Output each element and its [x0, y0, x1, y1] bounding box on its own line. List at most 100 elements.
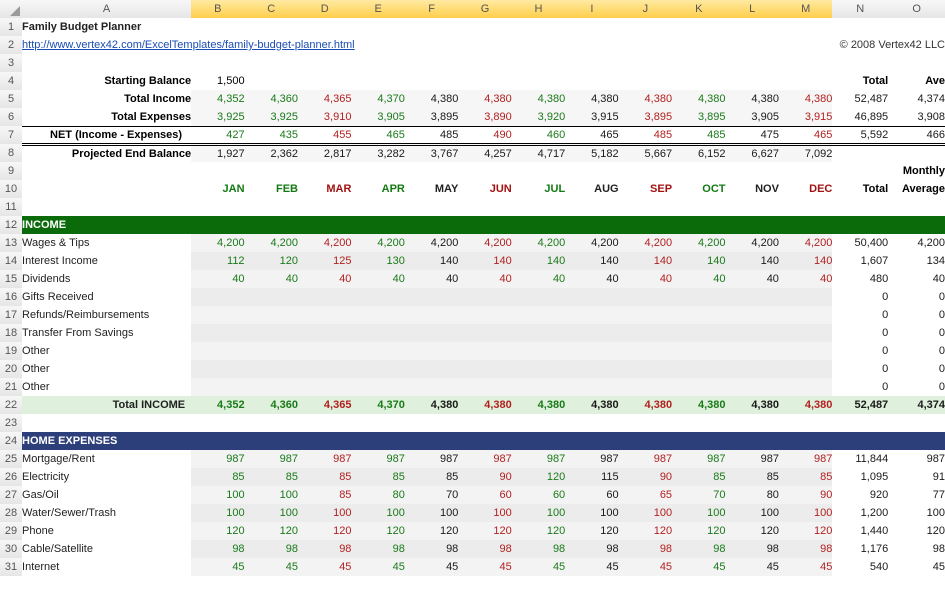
projected-cell[interactable]: 1,927	[191, 144, 244, 162]
summary-cell[interactable]: 4,380	[405, 90, 458, 108]
income-cell[interactable]	[619, 324, 672, 342]
income-cell[interactable]	[298, 288, 351, 306]
income-cell[interactable]: 140	[726, 252, 779, 270]
income-cell[interactable]	[512, 360, 565, 378]
home-cell[interactable]: 120	[672, 522, 725, 540]
home-cell[interactable]: 98	[245, 540, 298, 558]
col-header-K[interactable]: K	[672, 0, 725, 18]
home-cell[interactable]: 98	[726, 540, 779, 558]
net-cell[interactable]: 485	[672, 126, 725, 144]
home-cell[interactable]: 120	[458, 522, 511, 540]
home-cell[interactable]: 987	[565, 450, 618, 468]
summary-cell[interactable]: 4,380	[565, 90, 618, 108]
projected-cell[interactable]: 7,092	[779, 144, 832, 162]
income-cell[interactable]	[726, 360, 779, 378]
income-cell[interactable]	[458, 378, 511, 396]
income-cell[interactable]	[298, 360, 351, 378]
row-header-1[interactable]: 1	[0, 18, 22, 36]
income-cell[interactable]: 40	[458, 270, 511, 288]
summary-cell[interactable]: 4,380	[672, 90, 725, 108]
select-all-corner[interactable]	[0, 0, 22, 18]
row-header-22[interactable]: 22	[0, 396, 22, 414]
home-cell[interactable]: 90	[779, 486, 832, 504]
income-cell[interactable]: 40	[779, 270, 832, 288]
projected-cell[interactable]: 6,627	[726, 144, 779, 162]
income-cell[interactable]	[245, 288, 298, 306]
projected-cell[interactable]: 3,767	[405, 144, 458, 162]
income-cell[interactable]: 4,200	[245, 234, 298, 252]
home-cell[interactable]: 45	[672, 558, 725, 576]
home-cell[interactable]: 85	[298, 468, 351, 486]
col-header-J[interactable]: J	[619, 0, 672, 18]
income-cell[interactable]: 40	[245, 270, 298, 288]
home-cell[interactable]: 120	[512, 468, 565, 486]
income-cell[interactable]	[405, 360, 458, 378]
home-cell[interactable]: 60	[512, 486, 565, 504]
income-cell[interactable]: 40	[672, 270, 725, 288]
row-header-10[interactable]: 10	[0, 180, 22, 198]
income-cell[interactable]	[458, 342, 511, 360]
row-header-18[interactable]: 18	[0, 324, 22, 342]
projected-cell[interactable]: 6,152	[672, 144, 725, 162]
summary-cell[interactable]: 3,915	[565, 108, 618, 126]
home-row-label[interactable]: Gas/Oil	[22, 486, 191, 504]
summary-cell[interactable]: 3,895	[619, 108, 672, 126]
col-header-M[interactable]: M	[779, 0, 832, 18]
home-row-label[interactable]: Electricity	[22, 468, 191, 486]
home-cell[interactable]: 45	[619, 558, 672, 576]
home-cell[interactable]: 45	[779, 558, 832, 576]
summary-cell[interactable]: 4,380	[726, 90, 779, 108]
row-header-14[interactable]: 14	[0, 252, 22, 270]
income-cell[interactable]	[458, 324, 511, 342]
home-cell[interactable]: 45	[351, 558, 404, 576]
income-cell[interactable]	[779, 324, 832, 342]
income-cell[interactable]: 140	[458, 252, 511, 270]
income-cell[interactable]	[351, 360, 404, 378]
net-cell[interactable]: 485	[405, 126, 458, 144]
income-row-label[interactable]: Other	[22, 360, 191, 378]
home-cell[interactable]: 987	[512, 450, 565, 468]
row-header-13[interactable]: 13	[0, 234, 22, 252]
row-header-25[interactable]: 25	[0, 450, 22, 468]
home-cell[interactable]: 100	[298, 504, 351, 522]
home-cell[interactable]: 98	[351, 540, 404, 558]
col-header-F[interactable]: F	[405, 0, 458, 18]
home-cell[interactable]: 987	[191, 450, 244, 468]
income-cell[interactable]: 40	[405, 270, 458, 288]
row-header-23[interactable]: 23	[0, 414, 22, 432]
summary-cell[interactable]: 4,380	[619, 90, 672, 108]
home-cell[interactable]: 98	[672, 540, 725, 558]
summary-cell[interactable]: 3,905	[726, 108, 779, 126]
home-cell[interactable]: 100	[191, 504, 244, 522]
row-header-26[interactable]: 26	[0, 468, 22, 486]
income-cell[interactable]	[726, 288, 779, 306]
summary-cell[interactable]: 3,895	[672, 108, 725, 126]
summary-cell[interactable]: 3,905	[351, 108, 404, 126]
income-cell[interactable]: 4,200	[779, 234, 832, 252]
row-header-29[interactable]: 29	[0, 522, 22, 540]
home-cell[interactable]: 85	[779, 468, 832, 486]
income-cell[interactable]	[565, 324, 618, 342]
row-header-2[interactable]: 2	[0, 36, 22, 54]
home-cell[interactable]: 120	[726, 522, 779, 540]
home-cell[interactable]: 98	[565, 540, 618, 558]
home-cell[interactable]: 100	[619, 504, 672, 522]
income-cell[interactable]	[619, 288, 672, 306]
row-header-20[interactable]: 20	[0, 360, 22, 378]
income-cell[interactable]	[565, 360, 618, 378]
income-cell[interactable]: 40	[619, 270, 672, 288]
col-header-N[interactable]: N	[832, 0, 888, 18]
income-row-label[interactable]: Refunds/Reimbursements	[22, 306, 191, 324]
income-row-label[interactable]: Other	[22, 342, 191, 360]
income-cell[interactable]	[298, 378, 351, 396]
income-cell[interactable]	[405, 342, 458, 360]
summary-cell[interactable]: 4,380	[512, 90, 565, 108]
income-cell[interactable]	[565, 342, 618, 360]
income-cell[interactable]	[672, 378, 725, 396]
row-header-11[interactable]: 11	[0, 198, 22, 216]
income-cell[interactable]	[726, 342, 779, 360]
home-cell[interactable]: 98	[298, 540, 351, 558]
income-cell[interactable]	[245, 342, 298, 360]
home-cell[interactable]: 987	[458, 450, 511, 468]
income-cell[interactable]: 140	[619, 252, 672, 270]
